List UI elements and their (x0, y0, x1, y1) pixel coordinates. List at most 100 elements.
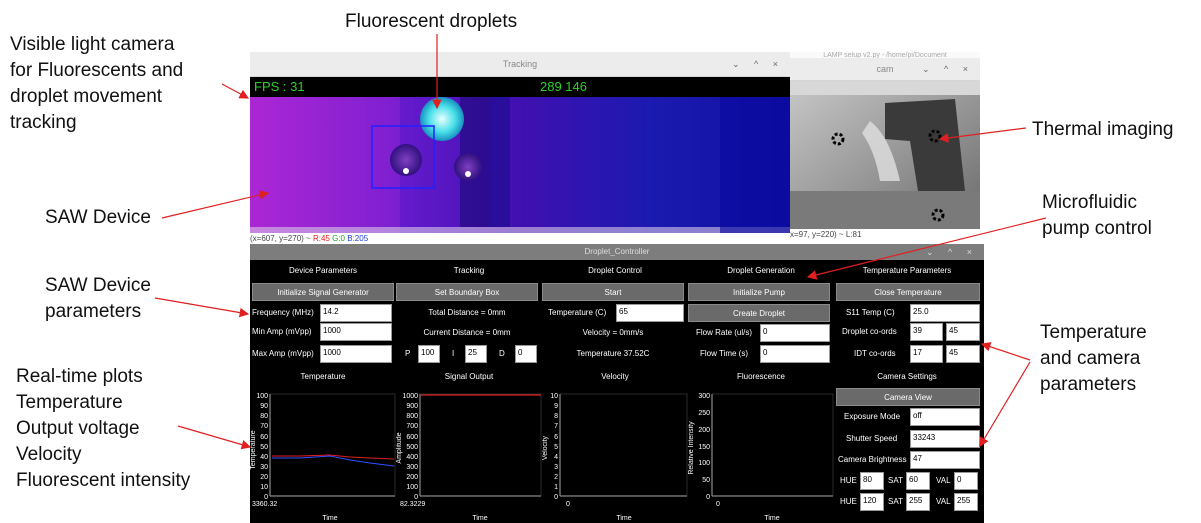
ytick: 0 (264, 494, 268, 501)
droplet-x-input[interactable]: 39 (910, 323, 943, 341)
val-label-1: VAL (936, 476, 951, 485)
cam-window-titlebar[interactable]: cam ⌄ ^ × (790, 58, 980, 81)
signal-output-plot: 1000 900 800 700 600 500 400 300 200 100… (396, 393, 542, 522)
flow-rate-input[interactable]: 0 (760, 324, 830, 342)
cam-window-title: cam (876, 64, 894, 74)
ytick: 300 (698, 393, 710, 400)
temperature-setpoint-input[interactable]: 65 (616, 304, 684, 322)
i-input[interactable]: 25 (465, 345, 487, 363)
close-temperature-button[interactable]: Close Temperature (836, 283, 980, 301)
tracking-window-titlebar[interactable]: Tracking ⌄ ^ × (250, 52, 790, 77)
temperature-setpoint-label: Temperature (C) (548, 308, 607, 317)
min-amp-label: Min Amp (mVpp) (252, 327, 312, 336)
plot-title-fluorescence: Fluorescence (736, 372, 786, 381)
d-input[interactable]: 0 (515, 345, 537, 363)
plot-title-signal-output: Signal Output (444, 372, 494, 381)
ylabel: Velocity (542, 435, 549, 460)
current-distance-text: Current Distance = 0mm (423, 328, 511, 337)
temperature-params-header: Temperature Parameters (862, 266, 952, 275)
ytick: 70 (260, 423, 268, 430)
ytick: 50 (702, 477, 710, 484)
shutter-speed-input[interactable]: 33243 (910, 430, 980, 448)
xtick: 3360.32 (252, 501, 277, 508)
set-boundary-box-button[interactable]: Set Boundary Box (396, 283, 538, 301)
ytick: 100 (406, 484, 418, 491)
ytick: 40 (260, 454, 268, 461)
droplet-y-input[interactable]: 45 (946, 323, 980, 341)
arrow-temp-camera-2 (979, 361, 1031, 448)
frequency-input[interactable]: 14.2 (320, 304, 392, 322)
hue-label-1: HUE (840, 476, 857, 485)
sat-label-1: SAT (888, 476, 903, 485)
p-input[interactable]: 100 (418, 345, 440, 363)
cam-status-bar: x=97, y=220) ~ L:81 (790, 229, 980, 240)
start-button[interactable]: Start (542, 283, 684, 301)
sat-label-2: SAT (888, 497, 903, 506)
initialize-pump-button[interactable]: Initialize Pump (688, 283, 830, 301)
max-amp-input[interactable]: 1000 (320, 345, 392, 363)
status-green: G:0 (332, 234, 345, 243)
annotation-visible-camera: Visible light camera for Fluorescents an… (10, 34, 184, 133)
cam-window-controls[interactable]: ⌄ ^ × (922, 58, 974, 80)
init-signal-generator-button[interactable]: Initialize Signal Generator (252, 283, 394, 301)
hue-input-2[interactable]: 120 (860, 493, 884, 511)
xlabel: Time (472, 515, 487, 522)
val-input-2[interactable]: 255 (954, 493, 978, 511)
idt-y-input[interactable]: 45 (946, 345, 980, 363)
annotation-temp-camera: Temperature and camera parameters (1040, 322, 1147, 395)
sat-input-2[interactable]: 255 (906, 493, 930, 511)
create-droplet-button[interactable]: Create Droplet (688, 304, 830, 322)
controller-window-controls[interactable]: ⌄ ^ × (926, 244, 978, 260)
flow-rate-label: Flow Rate (ul/s) (696, 328, 753, 337)
idt-x-input[interactable]: 17 (910, 345, 943, 363)
ytick: 200 (406, 474, 418, 481)
ytick: 0 (706, 494, 710, 501)
ylabel: Relative Intensity (688, 421, 695, 475)
sat-input-1[interactable]: 60 (906, 472, 930, 490)
min-amp-input[interactable]: 1000 (320, 323, 392, 341)
flow-time-input[interactable]: 0 (760, 345, 830, 363)
ytick: 4 (554, 454, 558, 461)
temperature-line-blue (272, 455, 395, 467)
fluorescence-plot: 300 250 200 150 100 50 0 Relative Intens… (688, 393, 834, 522)
status-red: R:45 (312, 234, 330, 243)
i-label: I (452, 349, 455, 358)
ytick: 6 (554, 434, 558, 441)
tracking-window-controls[interactable]: ⌄ ^ × (732, 52, 784, 76)
arrow-visible-camera (221, 83, 250, 99)
camera-view-button[interactable]: Camera View (836, 388, 980, 406)
d-label: D (499, 349, 505, 358)
fps-readout: FPS : 31 (254, 79, 305, 94)
controller-titlebar[interactable]: Droplet_Controller ⌄ ^ × (250, 244, 984, 260)
droplet-control-header: Droplet Control (588, 266, 642, 275)
velocity-plot: 10 9 8 7 6 5 4 3 2 1 0 Velocity 0 Time (542, 393, 688, 522)
annotation-fluorescent-droplets: Fluorescent droplets (345, 11, 518, 32)
ytick: 90 (260, 403, 268, 410)
ytick: 9 (554, 403, 558, 410)
camera-brightness-input[interactable]: 47 (910, 451, 980, 469)
hue-label-2: HUE (840, 497, 857, 506)
ytick: 0 (414, 494, 418, 501)
ytick: 300 (406, 464, 418, 471)
ytick: 7 (554, 423, 558, 430)
s11-temp-label: S11 Temp (C) (846, 308, 895, 317)
camera-settings-header: Camera Settings (877, 372, 937, 381)
droplet-generation-header: Droplet Generation (727, 266, 795, 275)
ylabel: Temperature (250, 430, 257, 469)
annotation-realtime-plots: Real-time plots Temperature Output volta… (16, 366, 191, 491)
ytick: 700 (406, 423, 418, 430)
hue-input-1[interactable]: 80 (860, 472, 884, 490)
ytick: 900 (406, 403, 418, 410)
s11-temp-input[interactable]: 25.0 (910, 304, 980, 322)
exposure-mode-input[interactable]: off (910, 408, 980, 426)
xlabel: Time (764, 515, 779, 522)
ytick: 0 (554, 494, 558, 501)
y-ticks: 300 250 200 150 100 50 0 (698, 393, 710, 501)
xtick: 0 (716, 501, 720, 508)
ytick: 1000 (402, 393, 418, 400)
tracking-header: Tracking (453, 266, 485, 275)
annotation-saw-params: SAW Device parameters (45, 275, 151, 322)
val-input-1[interactable]: 0 (954, 472, 978, 490)
y-ticks: 1000 900 800 700 600 500 400 300 200 100… (402, 393, 418, 501)
ytick: 8 (554, 413, 558, 420)
